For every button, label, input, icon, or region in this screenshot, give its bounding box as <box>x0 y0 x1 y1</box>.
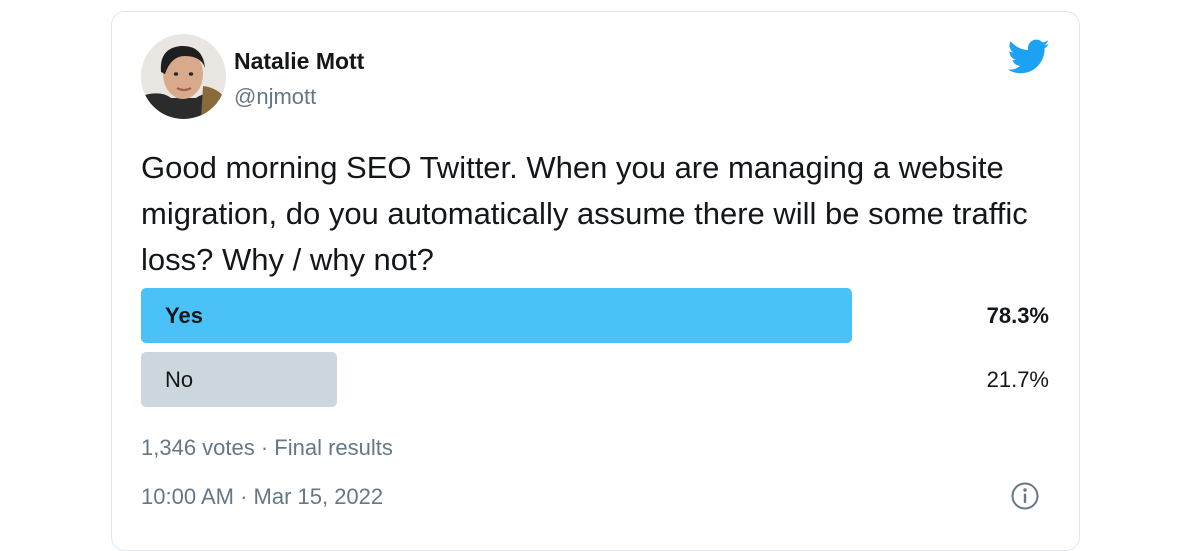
poll-option-percent: 78.3% <box>986 303 1049 328</box>
poll-option-yes: Yes <box>141 288 852 343</box>
poll-option-label: Yes <box>165 303 203 328</box>
info-icon[interactable] <box>1010 481 1040 511</box>
tweet-text: Good morning SEO Twitter. When you are m… <box>141 150 1028 277</box>
poll-option-percent: 21.7% <box>986 367 1049 392</box>
poll-option-no: No <box>141 352 337 407</box>
author-display-name[interactable]: Natalie Mott <box>234 48 364 75</box>
poll-option-label: No <box>165 367 194 392</box>
avatar[interactable] <box>141 34 226 119</box>
tweet-timestamp[interactable]: 10:00 AM · Mar 15, 2022 <box>141 484 383 510</box>
author-handle[interactable]: @njmott <box>234 84 316 110</box>
tweet-card: Natalie Mott @njmott Good morning SEO Tw… <box>111 11 1080 551</box>
twitter-bird-icon[interactable] <box>1007 39 1050 75</box>
poll-summary: 1,346 votes · Final results <box>141 435 393 460</box>
